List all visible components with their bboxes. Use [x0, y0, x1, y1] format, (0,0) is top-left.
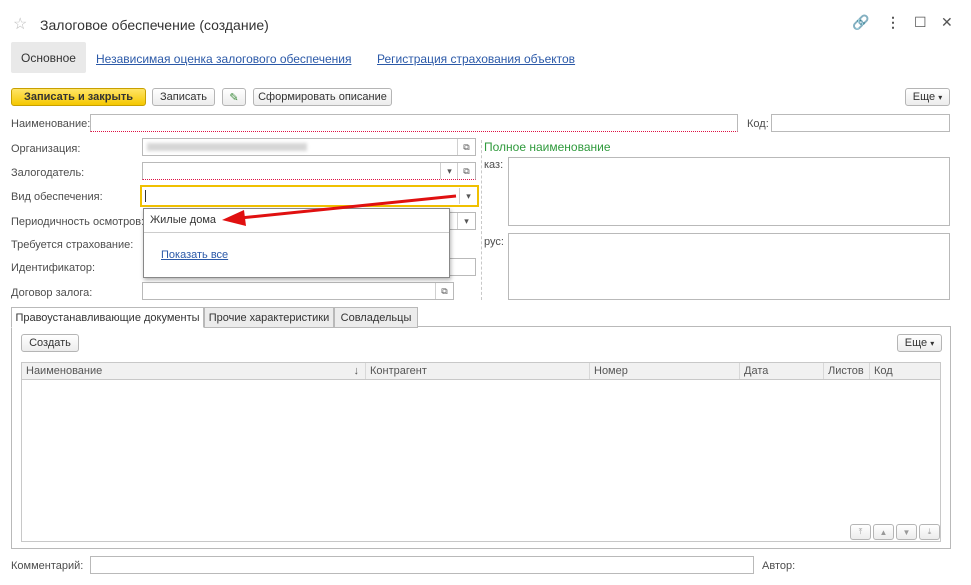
text-cursor: [145, 190, 146, 202]
scroll-down-icon[interactable]: ▼: [896, 524, 917, 540]
identifier-label: Идентификатор:: [11, 262, 96, 274]
comment-label: Комментарий:: [11, 560, 84, 572]
show-all-link[interactable]: Показать все: [161, 249, 228, 261]
scroll-bottom-icon[interactable]: ⤓: [919, 524, 940, 540]
dropdown-divider: [144, 232, 449, 233]
chevron-down-icon: ▾: [930, 338, 935, 348]
save-and-close-button[interactable]: Записать и закрыть: [11, 88, 146, 106]
collateral-type-label: Вид обеспечения:: [11, 191, 103, 203]
window-title: Залоговое обеспечение (создание): [40, 17, 269, 33]
open-icon[interactable]: ⧉: [457, 163, 475, 179]
kaz-label: каз:: [484, 159, 504, 171]
col-name[interactable]: Наименование ↓: [22, 363, 366, 379]
comment-field[interactable]: [90, 556, 754, 574]
organization-value-blurred: [147, 143, 307, 151]
link-independent-assessment[interactable]: Независимая оценка залогового обеспечени…: [96, 52, 351, 66]
pledger-label: Залогодатель:: [11, 167, 85, 179]
col-counterparty[interactable]: Контрагент: [366, 363, 590, 379]
pledge-contract-label: Договор залога:: [11, 287, 93, 299]
dropdown-arrow-icon[interactable]: ▾: [440, 163, 458, 179]
annotation-arrow: [222, 194, 457, 226]
close-icon[interactable]: ✕: [941, 14, 953, 31]
full-name-title: Полное наименование: [484, 140, 611, 154]
col-code[interactable]: Код: [870, 363, 940, 379]
scroll-top-icon[interactable]: ⤒: [850, 524, 871, 540]
organization-field[interactable]: ⧉: [142, 138, 476, 156]
full-name-rus-field[interactable]: [508, 233, 950, 300]
tab-main[interactable]: Основное: [11, 42, 86, 73]
generate-description-button[interactable]: Сформировать описание: [253, 88, 392, 106]
identifier-field[interactable]: [446, 258, 476, 276]
tab-co-owners[interactable]: Совладельцы: [334, 307, 418, 328]
more-label: Еще: [904, 337, 928, 349]
pledger-field[interactable]: ▾ ⧉: [142, 162, 476, 180]
more-vertical-icon[interactable]: ⋮: [886, 14, 900, 31]
tab-ownership-documents[interactable]: Правоустанавливающие документы: [11, 307, 204, 328]
pledge-contract-field[interactable]: ⧉: [142, 282, 454, 300]
link-icon[interactable]: 🔗: [852, 14, 869, 31]
arrow-shaft: [239, 194, 457, 220]
more-label: Еще: [912, 91, 936, 103]
favorite-star-icon[interactable]: ☆: [13, 14, 27, 34]
open-icon[interactable]: ⧉: [435, 283, 453, 299]
chevron-down-icon: ▾: [938, 92, 943, 102]
col-sheets[interactable]: Листов: [824, 363, 870, 379]
col-date[interactable]: Дата: [740, 363, 824, 379]
insurance-required-label: Требуется страхование:: [11, 239, 134, 251]
author-label: Автор:: [762, 560, 796, 572]
open-icon[interactable]: ⧉: [457, 139, 475, 155]
create-button[interactable]: Создать: [21, 334, 79, 352]
col-number[interactable]: Номер: [590, 363, 740, 379]
more-button-top[interactable]: Еще ▾: [905, 88, 950, 106]
arrow-head: [222, 210, 246, 226]
tab-other-characteristics[interactable]: Прочие характеристики: [204, 307, 334, 328]
code-field[interactable]: [771, 114, 950, 132]
vertical-divider: [481, 140, 482, 300]
maximize-icon[interactable]: ☐: [914, 14, 927, 31]
more-button-table[interactable]: Еще ▾: [897, 334, 942, 352]
table-header: Наименование ↓ Контрагент Номер Дата Лист…: [21, 362, 941, 380]
link-insurance-registration[interactable]: Регистрация страхования объектов: [377, 52, 575, 66]
name-label: Наименование:: [11, 118, 91, 130]
organization-label: Организация:: [11, 143, 81, 155]
rus-label: рус:: [484, 236, 504, 248]
sort-arrow-icon: ↓: [353, 365, 360, 377]
full-name-kaz-field[interactable]: [508, 157, 950, 226]
name-field[interactable]: [90, 114, 738, 132]
save-button[interactable]: Записать: [152, 88, 215, 106]
col-name-label: Наименование: [26, 365, 103, 377]
scroll-up-icon[interactable]: ▲: [873, 524, 894, 540]
edit-pen-button[interactable]: ✎: [222, 88, 246, 106]
pen-icon: ✎: [229, 91, 239, 104]
code-label: Код:: [747, 118, 769, 130]
inspection-periodicity-label: Периодичность осмотров:: [11, 216, 145, 228]
documents-table[interactable]: [21, 362, 941, 542]
